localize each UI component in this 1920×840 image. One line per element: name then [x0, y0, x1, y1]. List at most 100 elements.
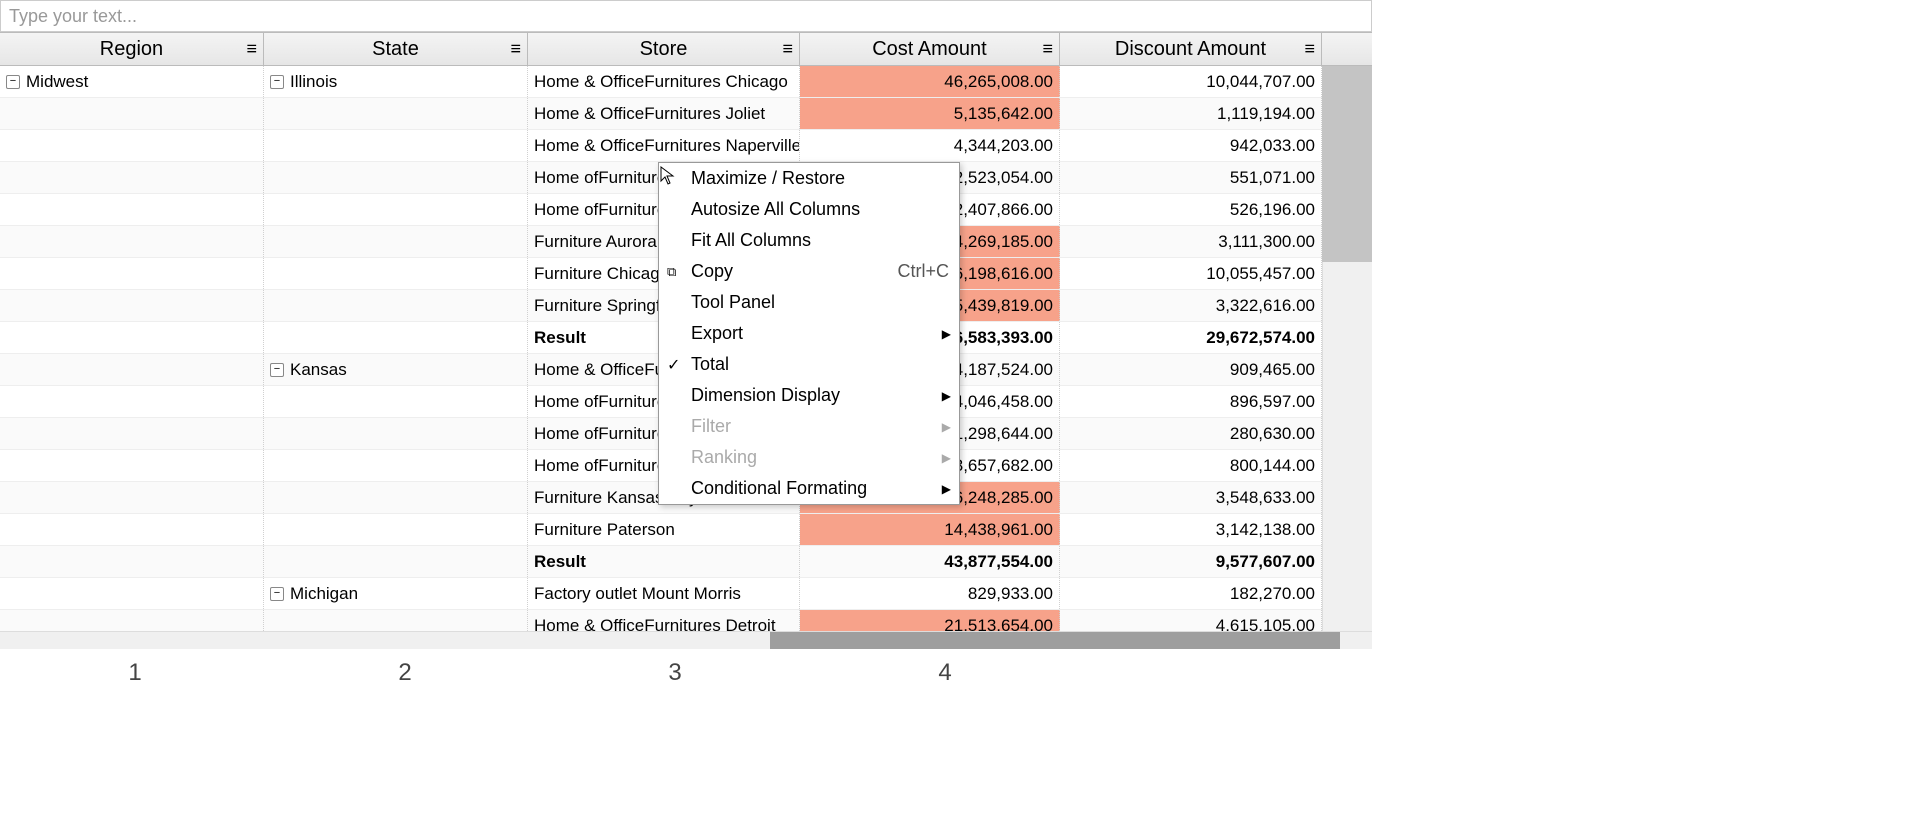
header-scroll-gap [1322, 33, 1372, 65]
header-state[interactable]: State ≡ [264, 33, 528, 65]
cost-value: 2,523,054.00 [954, 168, 1053, 188]
cell-discount: 800,144.00 [1060, 450, 1322, 481]
cost-value: 36,583,393.00 [944, 328, 1053, 348]
header-label: State [372, 38, 419, 61]
menu-icon[interactable]: ≡ [246, 39, 257, 60]
menu-total[interactable]: ✓Total [659, 349, 959, 380]
header-discount[interactable]: Discount Amount ≡ [1060, 33, 1322, 65]
table-row[interactable]: −Midwest−IllinoisHome & OfficeFurnitures… [0, 66, 1372, 98]
cell-region [0, 98, 264, 129]
collapse-icon[interactable]: − [270, 587, 284, 601]
menu-export[interactable]: Export▶ [659, 318, 959, 349]
store-label: Home ofFurniture [534, 424, 666, 444]
store-label: Furniture Chicago [534, 264, 669, 284]
cell-cost: 46,265,008.00 [800, 66, 1060, 97]
cell-region [0, 482, 264, 513]
menu-fit[interactable]: Fit All Columns [659, 225, 959, 256]
discount-value: 896,597.00 [1230, 392, 1315, 412]
cost-value: 14,438,961.00 [944, 520, 1053, 540]
table-row[interactable]: Home & OfficeFurnitures Detroit 21,513,65… [0, 610, 1372, 631]
discount-value: 3,111,300.00 [1218, 232, 1315, 252]
cell-region [0, 546, 264, 577]
cell-discount: 4,615,105.00 [1060, 610, 1322, 631]
menu-icon[interactable]: ≡ [510, 39, 521, 60]
menu-tool-panel[interactable]: Tool Panel [659, 287, 959, 318]
discount-value: 280,630.00 [1230, 424, 1315, 444]
menu-maximize[interactable]: Maximize / Restore [659, 163, 959, 194]
cell-discount: 10,055,457.00 [1060, 258, 1322, 289]
header-cost[interactable]: Cost Amount ≡ [800, 33, 1060, 65]
menu-label: Tool Panel [691, 292, 775, 313]
menu-autosize[interactable]: Autosize All Columns [659, 194, 959, 225]
cell-state [264, 226, 528, 257]
scroll-thumb[interactable] [1322, 66, 1372, 262]
cell-state: −Michigan [264, 578, 528, 609]
menu-icon[interactable]: ≡ [1042, 39, 1053, 60]
menu-label: Fit All Columns [691, 230, 811, 251]
store-label: Factory outlet Mount Morris [534, 584, 741, 604]
discount-value: 3,142,138.00 [1216, 520, 1315, 540]
table-row[interactable]: Furniture Paterson 14,438,961.00 3,142,138… [0, 514, 1372, 546]
cell-state [264, 258, 528, 289]
cell-cost: 4,344,203.00 [800, 130, 1060, 161]
text-input[interactable] [0, 0, 1372, 32]
store-label: Home & OfficeFu [534, 360, 664, 380]
region-label: Midwest [26, 72, 88, 92]
menu-conditional-formatting[interactable]: Conditional Formating▶ [659, 473, 959, 504]
cell-cost: 21,513,654.00 [800, 610, 1060, 631]
store-label: Home & OfficeFurnitures Chicago [534, 72, 788, 92]
cell-region [0, 226, 264, 257]
cell-discount: 3,142,138.00 [1060, 514, 1322, 545]
cost-value: 4,269,185.00 [954, 232, 1053, 252]
cell-store: Factory outlet Mount Morris [528, 578, 800, 609]
cost-value: 21,513,654.00 [944, 616, 1053, 632]
cost-value: 5,135,642.00 [954, 104, 1053, 124]
cell-region [0, 610, 264, 631]
cell-store: Result [528, 546, 800, 577]
cost-value: 4,187,524.00 [954, 360, 1053, 380]
header-row: Region ≡ State ≡ Store ≡ Cost Amount ≡ D… [0, 32, 1372, 66]
header-region[interactable]: Region ≡ [0, 33, 264, 65]
page-1[interactable]: 1 [128, 659, 141, 687]
menu-icon[interactable]: ≡ [1304, 39, 1315, 60]
cost-value: 46,198,616.00 [944, 264, 1053, 284]
cost-value: 15,439,819.00 [944, 296, 1053, 316]
menu-copy[interactable]: ⧉ Copy Ctrl+C [659, 256, 959, 287]
cell-state [264, 290, 528, 321]
table-row[interactable]: Result43,877,554.009,577,607.00 [0, 546, 1372, 578]
discount-value: 909,465.00 [1230, 360, 1315, 380]
menu-label: Ranking [691, 447, 757, 468]
page-2[interactable]: 2 [398, 659, 411, 687]
menu-label: Maximize / Restore [691, 168, 845, 189]
cell-discount: 909,465.00 [1060, 354, 1322, 385]
table-row[interactable]: −Michigan Factory outlet Mount Morris 829,… [0, 578, 1372, 610]
vertical-scrollbar[interactable] [1322, 66, 1372, 631]
page-3[interactable]: 3 [668, 659, 681, 687]
table-row[interactable]: Home & OfficeFurnitures Joliet 5,135,642.… [0, 98, 1372, 130]
discount-value: 1,119,194.00 [1217, 104, 1315, 124]
hscroll-thumb[interactable] [770, 632, 1340, 649]
collapse-icon[interactable]: − [270, 75, 284, 89]
cost-value: 4,344,203.00 [954, 136, 1053, 156]
store-label: Home & OfficeFurnitures Detroit [534, 616, 776, 632]
table-row[interactable]: Home & OfficeFurnitures Naperville 4,344,… [0, 130, 1372, 162]
cell-region [0, 354, 264, 385]
check-icon: ✓ [667, 355, 680, 375]
cell-state [264, 130, 528, 161]
store-label: Home & OfficeFurnitures Naperville [534, 136, 800, 156]
cell-store: Home & OfficeFurnitures Naperville [528, 130, 800, 161]
cost-value: 4,046,458.00 [954, 392, 1053, 412]
menu-icon[interactable]: ≡ [782, 39, 793, 60]
cell-cost: 829,933.00 [800, 578, 1060, 609]
cell-region [0, 162, 264, 193]
cell-state: −Kansas [264, 354, 528, 385]
collapse-icon[interactable]: − [6, 75, 20, 89]
page-4[interactable]: 4 [938, 659, 951, 687]
cell-store: Furniture Paterson [528, 514, 800, 545]
header-store[interactable]: Store ≡ [528, 33, 800, 65]
collapse-icon[interactable]: − [270, 363, 284, 377]
store-label: Home & OfficeFurnitures Joliet [534, 104, 765, 124]
menu-dimension-display[interactable]: Dimension Display▶ [659, 380, 959, 411]
horizontal-scrollbar[interactable] [0, 631, 1372, 649]
cell-discount: 526,196.00 [1060, 194, 1322, 225]
